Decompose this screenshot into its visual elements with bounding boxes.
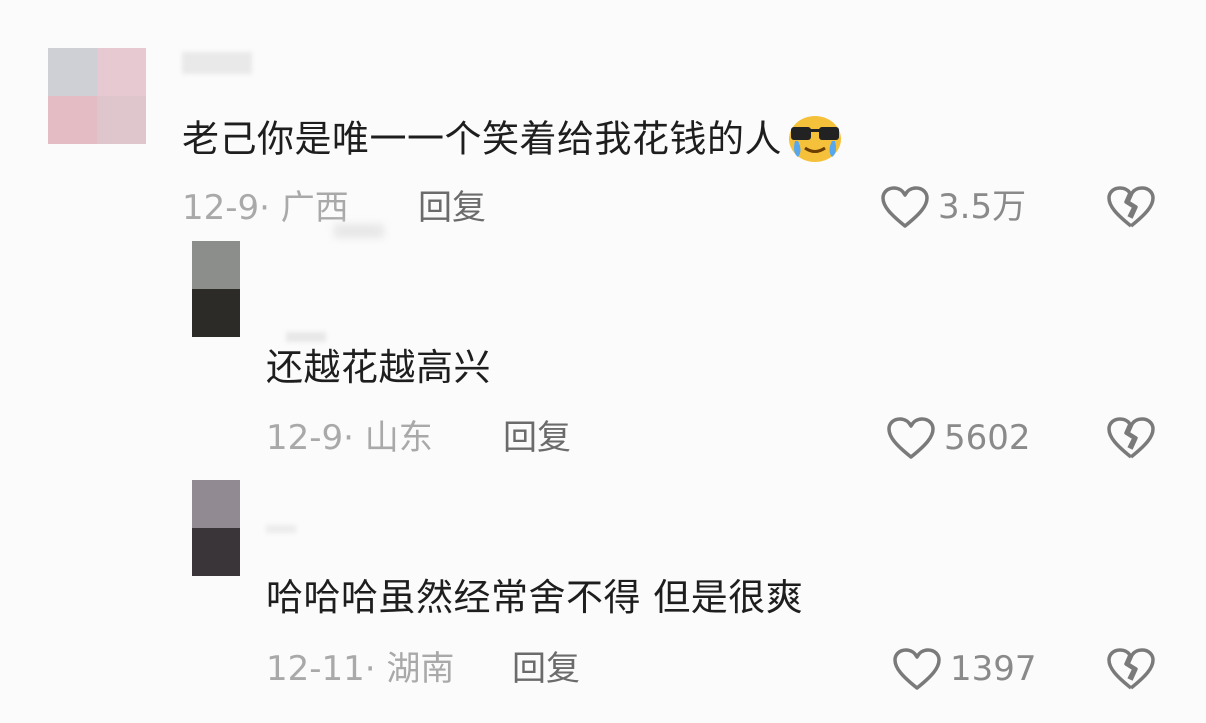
- reply-location: 山东: [364, 418, 433, 458]
- dislike-button[interactable]: [1106, 185, 1156, 233]
- comment-date: 12-9: [182, 188, 260, 228]
- comment-meta: 12-9· 广西: [182, 191, 349, 225]
- broken-heart-icon: [1107, 417, 1155, 459]
- reply-meta: 12-9· 山东: [266, 421, 433, 455]
- like-count: 1397: [950, 649, 1037, 689]
- like-count: 5602: [944, 418, 1031, 458]
- reply-date: 12-11: [266, 649, 365, 689]
- like-count: 3.5万: [938, 187, 1027, 227]
- avatar[interactable]: [192, 241, 240, 337]
- redaction-smudge: [334, 224, 384, 238]
- heart-icon: [887, 417, 935, 459]
- reply-button[interactable]: 回复: [503, 421, 571, 455]
- reply-button[interactable]: 回复: [418, 191, 486, 225]
- reply-date: 12-9: [266, 418, 344, 458]
- reply-text: 还越花越高兴: [266, 346, 491, 389]
- reply-location: 湖南: [386, 649, 455, 689]
- meta-separator: ·: [364, 649, 376, 689]
- comment-text: 老己你是唯一一个笑着给我花钱的人: [182, 113, 844, 169]
- reply-button[interactable]: 回复: [512, 652, 580, 686]
- cool-emoji-icon: [786, 113, 844, 169]
- heart-icon: [881, 186, 929, 228]
- reply-text: 哈哈哈虽然经常舍不得 但是很爽: [266, 576, 804, 619]
- comment-location: 广西: [280, 188, 349, 228]
- meta-separator: ·: [259, 188, 270, 228]
- dislike-button[interactable]: [1106, 647, 1156, 695]
- broken-heart-icon: [1107, 648, 1155, 690]
- avatar[interactable]: [48, 48, 146, 144]
- username-blurred[interactable]: [182, 52, 252, 74]
- like-button[interactable]: 3.5万: [880, 185, 1026, 229]
- dislike-button[interactable]: [1106, 416, 1156, 464]
- heart-icon: [893, 648, 941, 690]
- like-button[interactable]: 1397: [892, 647, 1037, 691]
- like-button[interactable]: 5602: [886, 416, 1031, 460]
- broken-heart-icon: [1107, 186, 1155, 228]
- username-blurred[interactable]: [266, 525, 296, 533]
- reply-meta: 12-11· 湖南: [266, 652, 454, 686]
- meta-separator: ·: [343, 418, 354, 458]
- username-blurred[interactable]: [286, 332, 326, 342]
- avatar[interactable]: [192, 480, 240, 576]
